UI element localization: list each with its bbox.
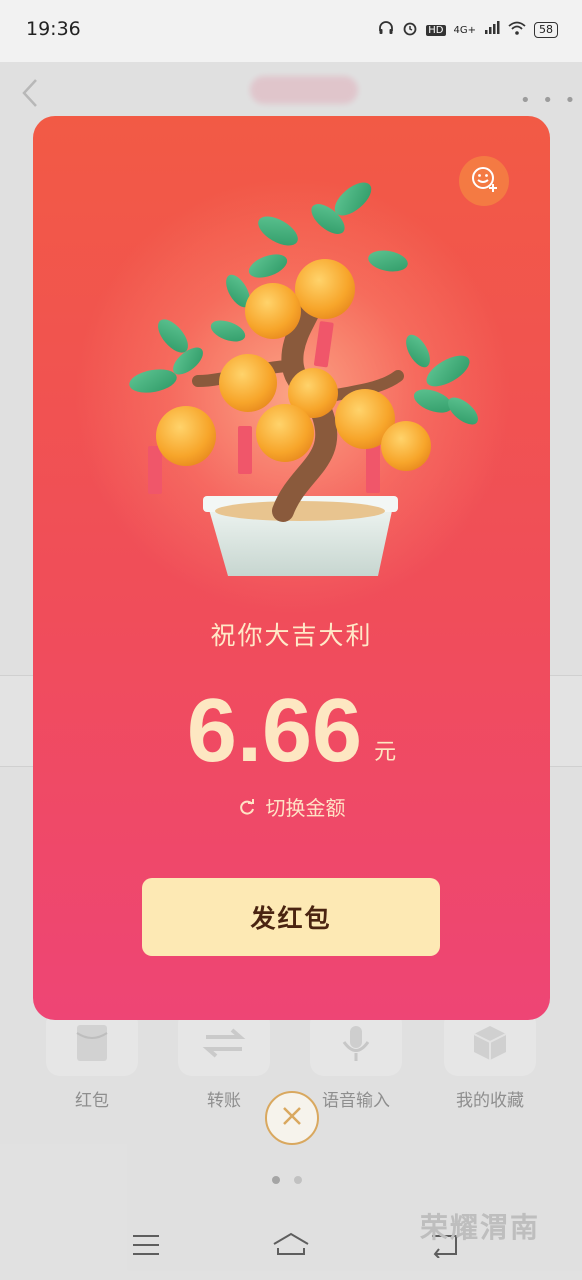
switch-amount-button[interactable]: 切换金额 bbox=[33, 792, 550, 821]
red-packet-card: 祝你大吉大利 6.66 元 切换金额 发红包 bbox=[33, 116, 550, 1020]
close-button[interactable] bbox=[265, 1091, 319, 1145]
network-label: 4G+ bbox=[453, 24, 477, 36]
status-bar: 19:36 HD 4G+ 58 bbox=[0, 0, 582, 62]
send-red-packet-button[interactable]: 发红包 bbox=[142, 878, 440, 956]
switch-amount-label: 切换金额 bbox=[265, 796, 346, 820]
battery-indicator: 58 bbox=[534, 22, 558, 38]
amount-value: 6.66 bbox=[186, 681, 363, 781]
status-time: 19:36 bbox=[26, 18, 81, 40]
headphones-icon bbox=[378, 20, 394, 40]
kumquat-tree-illustration bbox=[88, 171, 488, 591]
blessing-text: 祝你大吉大利 bbox=[210, 621, 373, 650]
status-icons: HD 4G+ 58 bbox=[378, 20, 558, 40]
close-icon bbox=[280, 1104, 304, 1132]
amount-unit: 元 bbox=[374, 740, 397, 765]
signal-icon bbox=[484, 21, 500, 39]
amount-display: 6.66 元 bbox=[33, 676, 550, 776]
hd-icon: HD bbox=[426, 24, 446, 36]
wifi-icon bbox=[508, 21, 526, 39]
refresh-icon bbox=[238, 798, 256, 816]
alarm-icon bbox=[402, 20, 418, 40]
